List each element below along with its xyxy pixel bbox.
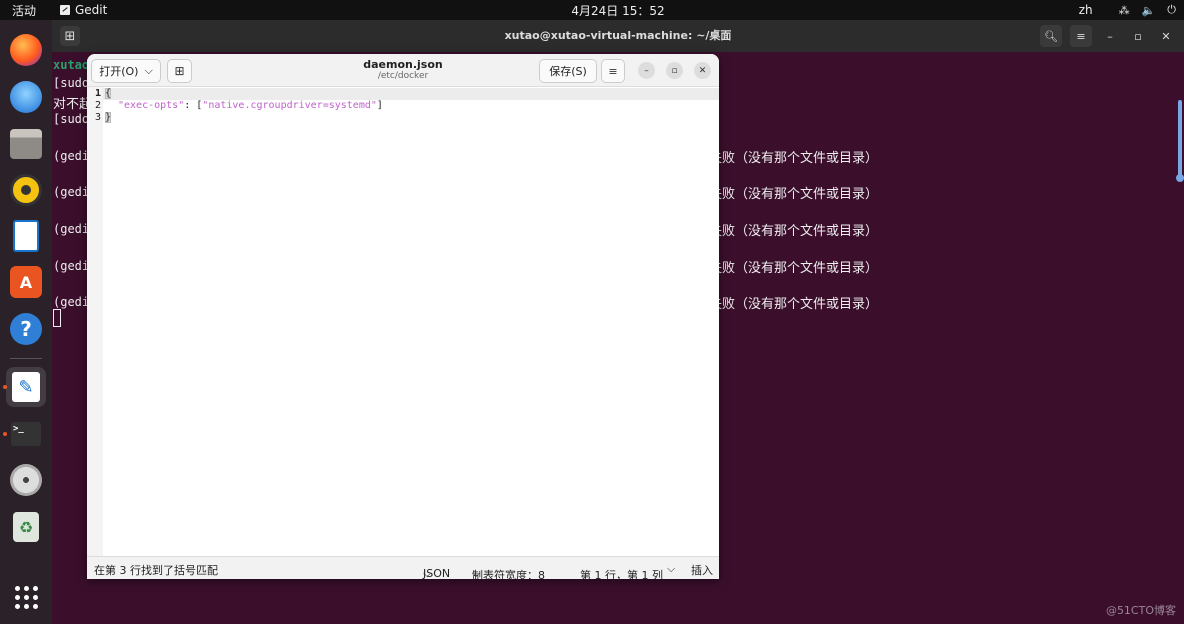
close-icon: ✕: [1161, 29, 1171, 43]
editor-area[interactable]: 1 2 3 { "exec-opts": ["native.cgroupdriv…: [87, 87, 719, 556]
terminal-line-tail: 失败（没有那个文件或目录）: [709, 151, 879, 166]
hamburger-icon: ≡: [1076, 29, 1086, 43]
software-store-icon: A: [10, 266, 42, 298]
chevron-down-icon[interactable]: ⌵: [667, 562, 675, 576]
chevron-down-icon: ⌵: [472, 567, 481, 579]
terminal-icon: >_: [11, 422, 41, 446]
dock-writer[interactable]: [6, 216, 46, 256]
dock-help[interactable]: ?: [6, 309, 46, 349]
trash-icon: ♻: [13, 512, 39, 542]
dock: A ? ✎ >_ ♻: [0, 20, 52, 624]
maximize-button[interactable]: ▫: [666, 62, 683, 79]
top-bar: 活动 Gedit 4月24日 15：52 zh ⁂ 🔈 ⏻: [0, 0, 1184, 20]
line-number-gutter: [87, 87, 103, 556]
gedit-icon: ✎: [12, 372, 40, 402]
json-separator: : [: [184, 100, 203, 111]
terminal-scrollbar[interactable]: [1176, 100, 1184, 182]
hamburger-icon: ≡: [608, 64, 618, 78]
thunderbird-icon: [10, 81, 42, 113]
dock-disc[interactable]: [6, 460, 46, 500]
code-line: {: [105, 88, 112, 99]
maximize-icon: ▫: [1134, 29, 1142, 43]
close-icon: ✕: [698, 65, 707, 76]
line-number: 1: [95, 88, 102, 99]
search-button[interactable]: 🔍︎: [1040, 25, 1062, 47]
code-line: }: [105, 112, 112, 123]
dock-separator: [10, 358, 42, 359]
files-icon: [10, 129, 42, 159]
status-message: 在第 3 行找到了括号匹配: [94, 564, 218, 577]
clock[interactable]: 4月24日 15：52: [0, 2, 1184, 19]
status-bar: 在第 3 行找到了括号匹配 JSON ⌵ 制表符宽度：8 ⌵ 第 1 行，第 1…: [87, 556, 719, 579]
save-button[interactable]: 保存(S): [539, 59, 597, 83]
terminal-line-tail: 失败（没有那个文件或目录）: [709, 187, 879, 202]
minimize-button[interactable]: –: [638, 62, 655, 79]
dock-thunderbird[interactable]: [6, 77, 46, 117]
dock-rhythmbox[interactable]: [6, 170, 46, 210]
input-language[interactable]: zh: [1079, 3, 1093, 17]
minimize-icon: –: [644, 65, 649, 76]
writer-icon: [13, 220, 39, 252]
firefox-icon: [10, 34, 42, 66]
dock-gedit[interactable]: ✎: [6, 367, 46, 407]
code-line: "exec-opts": ["native.cgroupdriver=syste…: [118, 100, 383, 112]
volume-icon[interactable]: 🔈: [1142, 4, 1156, 17]
terminal-headerbar: ⊞ xutao@xutao-virtual-machine: ~/桌面 🔍︎ ≡…: [52, 20, 1184, 52]
disc-icon: [10, 464, 42, 496]
chevron-down-icon: ⌵: [423, 567, 432, 579]
json-bracket-end: ]: [376, 100, 383, 111]
gedit-headerbar: 打开(O) ⌵ ⊞ daemon.json /etc/docker 保存(S) …: [87, 54, 719, 87]
help-icon: ?: [10, 313, 42, 345]
line-number: 3: [95, 112, 102, 123]
rhythmbox-icon: [10, 174, 42, 206]
terminal-line-tail: 失败（没有那个文件或目录）: [709, 297, 879, 312]
minimize-button[interactable]: –: [1100, 25, 1120, 47]
line-number: 2: [95, 100, 102, 111]
maximize-icon: ▫: [671, 65, 678, 76]
gedit-menu-button[interactable]: ≡: [601, 59, 625, 83]
dock-software[interactable]: A: [6, 262, 46, 302]
terminal-title: xutao@xutao-virtual-machine: ~/桌面: [504, 29, 732, 42]
close-button[interactable]: ✕: [694, 62, 711, 79]
watermark: @51CTO博客: [1105, 604, 1176, 617]
network-icon[interactable]: ⁂: [1119, 4, 1130, 17]
dock-firefox[interactable]: [6, 30, 46, 70]
menu-button[interactable]: ≡: [1070, 25, 1092, 47]
minimize-icon: –: [1107, 29, 1113, 43]
gedit-window[interactable]: 打开(O) ⌵ ⊞ daemon.json /etc/docker 保存(S) …: [87, 54, 719, 579]
terminal-line-tail: 失败（没有那个文件或目录）: [709, 224, 879, 239]
dock-files[interactable]: [6, 124, 46, 164]
terminal-cursor: [53, 309, 61, 327]
json-key: "exec-opts": [118, 100, 185, 111]
search-icon: 🔍︎: [1044, 29, 1058, 43]
system-tray[interactable]: zh ⁂ 🔈 ⏻: [1079, 0, 1176, 20]
close-button[interactable]: ✕: [1156, 25, 1176, 47]
insert-mode[interactable]: 插入: [691, 562, 713, 578]
terminal-line-tail: 失败（没有那个文件或目录）: [709, 261, 879, 276]
dock-trash[interactable]: ♻: [6, 507, 46, 547]
current-line-highlight: [87, 88, 719, 100]
power-icon[interactable]: ⏻: [1167, 3, 1176, 17]
maximize-button[interactable]: ▫: [1128, 25, 1148, 47]
show-apps-icon: [14, 585, 38, 609]
json-value: "native.cgroupdriver=systemd": [202, 100, 377, 111]
dock-terminal[interactable]: >_: [6, 414, 46, 454]
show-apps-button[interactable]: [6, 577, 46, 617]
